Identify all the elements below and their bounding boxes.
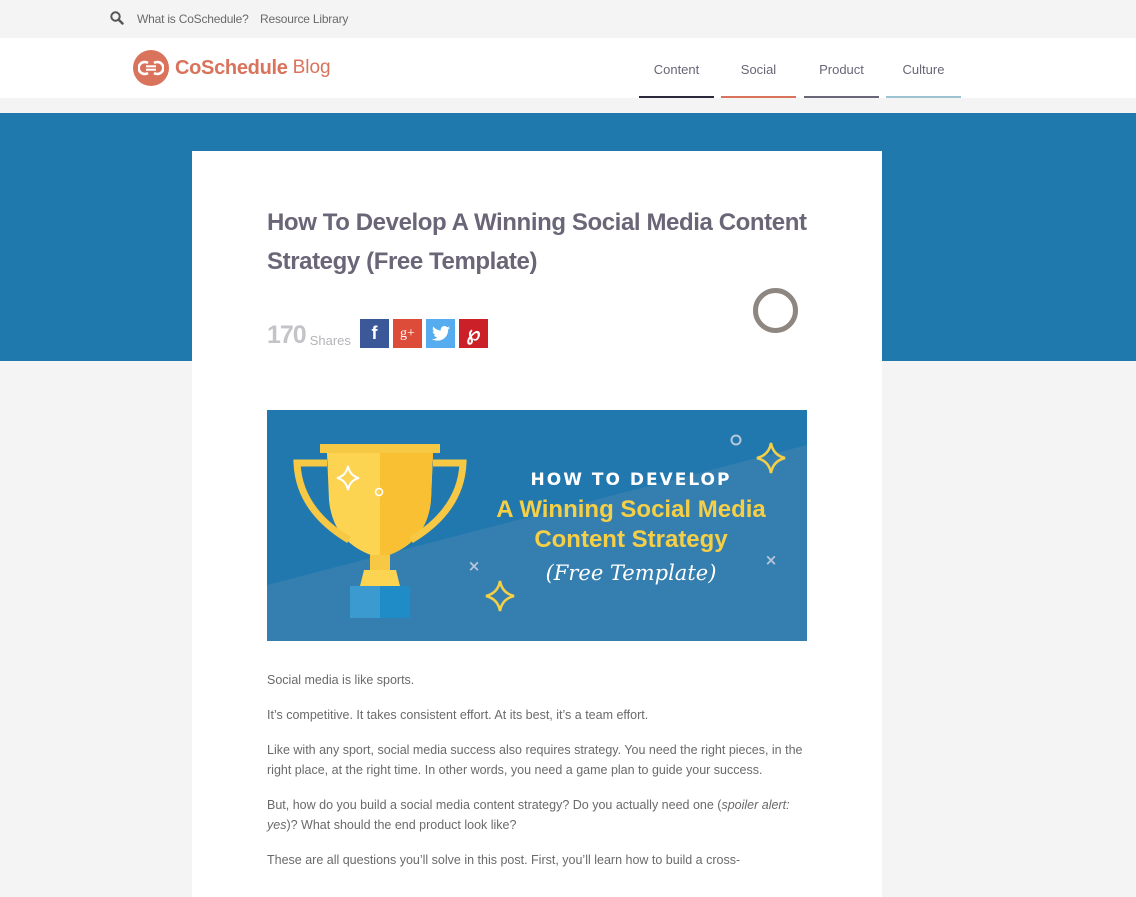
nav-label: Content [653,62,700,77]
coschedule-logo-icon [133,50,169,86]
nav-underline [639,96,714,98]
facebook-icon: f [371,323,378,343]
nav-label: Social [740,62,777,77]
featured-image: × × HOW TO DEVELOP A Winning Social Medi… [267,410,807,641]
top-utility-bar: What is CoSchedule? Resource Library [0,0,1136,38]
loading-ring-icon [753,288,798,333]
site-header: CoSchedule Blog Content Social Product C… [0,38,1136,98]
paragraph-text: But, how do you build a social media con… [267,798,722,812]
logo-suffix: Blog [292,57,331,78]
svg-text:×: × [765,551,778,569]
hero-line-4: (Free Template) [546,561,717,585]
pinterest-icon: ℘ [466,323,481,345]
facebook-share-button[interactable]: f [360,319,389,348]
nav-underline [721,96,796,98]
search-icon[interactable] [110,11,124,25]
share-count: 170 [267,321,307,349]
hero-line-3: Content Strategy [534,526,728,553]
pinterest-share-button[interactable]: ℘ [459,319,488,348]
hero-line-2: A Winning Social Media [496,496,766,523]
logo-name: CoSchedule [175,56,288,79]
paragraph: Like with any sport, social media succes… [267,743,803,777]
svg-text:×: × [468,557,481,575]
what-is-coschedule-link[interactable]: What is CoSchedule? [137,12,249,26]
paragraph-text: )? What should the end product look like… [286,818,517,832]
article-title: How To Develop A Winning Social Media Co… [267,209,807,275]
coschedule-blog-logo[interactable]: CoSchedule Blog [133,50,331,86]
hero-line-1: HOW TO DEVELOP [531,470,732,490]
nav-social[interactable]: Social [721,38,796,98]
nav-label: Culture [902,62,945,77]
article-body: Social media is like sports. It’s compet… [267,670,812,885]
share-counter: 170 Shares [267,321,351,350]
google-plus-icon: g+ [400,325,415,341]
paragraph: It’s competitive. It takes consistent ef… [267,708,649,722]
twitter-icon [431,326,450,341]
paragraph: But, how do you build a social media con… [267,795,812,835]
paragraph: These are all questions you’ll solve in … [267,853,741,867]
nav-culture[interactable]: Culture [886,38,961,98]
paragraph: Social media is like sports. [267,673,415,687]
nav-product[interactable]: Product [804,38,879,98]
article-card: How To Develop A Winning Social Media Co… [192,151,882,897]
nav-underline [804,96,879,98]
google-plus-share-button[interactable]: g+ [393,319,422,348]
social-share-buttons: f g+ ℘ [360,319,488,348]
resource-library-link[interactable]: Resource Library [260,12,348,26]
nav-underline [886,96,961,98]
share-label: Shares [309,333,351,348]
nav-label: Product [819,62,864,77]
nav-content[interactable]: Content [639,38,714,98]
twitter-share-button[interactable] [426,319,455,348]
